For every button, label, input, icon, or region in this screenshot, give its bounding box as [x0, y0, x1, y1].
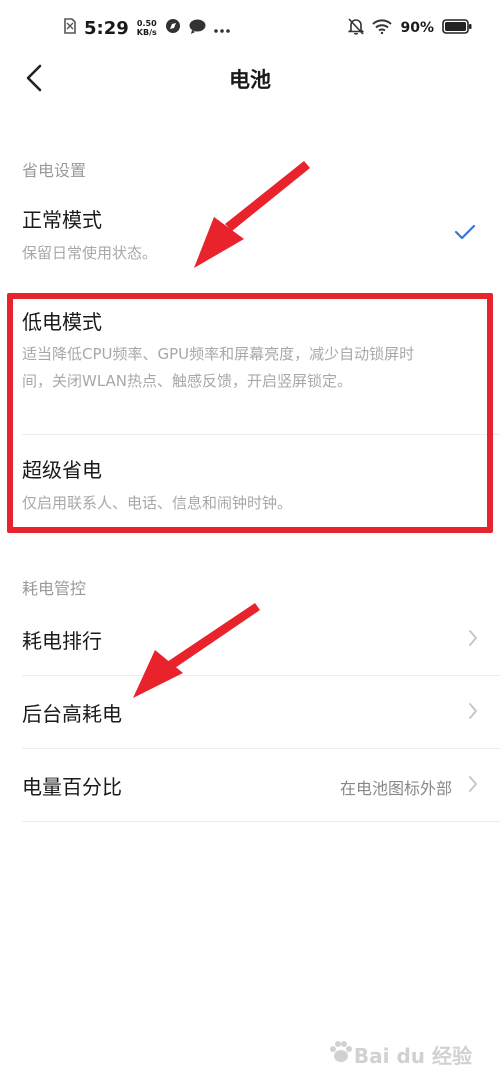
option-description: 适当降低CPU频率、GPU频率和屏幕亮度，减少自动锁屏时间，关闭WLAN热点、触…: [22, 345, 415, 390]
watermark: Bai du 经验: [328, 1039, 472, 1070]
wifi-icon: [372, 18, 393, 38]
divider: [22, 434, 500, 435]
row-background-high-power[interactable]: 后台高耗电: [0, 676, 500, 748]
page-title: 电池: [229, 68, 271, 92]
checkmark-icon: [454, 224, 476, 244]
chevron-right-icon: [468, 775, 478, 797]
chevron-right-icon: [468, 702, 478, 724]
option-low-power-mode[interactable]: 低电模式 适当降低CPU频率、GPU频率和屏幕亮度，减少自动锁屏时间，关闭WLA…: [0, 298, 500, 434]
battery-icon: [442, 18, 472, 38]
status-bar: 5:29 0.50 KB/s 90%: [0, 0, 500, 56]
row-title: 电量百分比: [22, 775, 122, 799]
navigation-bar: 电池: [0, 56, 500, 104]
network-speed-value: 0.50: [136, 19, 157, 28]
option-super-saver[interactable]: 超级省电 仅启用联系人、电话、信息和闹钟时钟。: [0, 446, 500, 518]
compass-icon: [165, 18, 181, 38]
network-speed-unit: KB/s: [136, 28, 157, 37]
battery-percent: 90%: [400, 20, 434, 36]
option-description: 仅启用联系人、电话、信息和闹钟时钟。: [22, 494, 293, 512]
network-speed: 0.50 KB/s: [137, 19, 157, 37]
option-description: 保留日常使用状态。: [22, 244, 158, 262]
row-power-ranking[interactable]: 耗电排行: [0, 603, 500, 675]
row-title: 后台高耗电: [22, 702, 122, 726]
row-value: 在电池图标外部: [339, 779, 452, 798]
status-bar-left: 5:29 0.50 KB/s: [64, 18, 230, 39]
watermark-text: Bai du 经验: [353, 1044, 472, 1068]
status-time: 5:29: [84, 17, 129, 39]
option-title: 正常模式: [22, 208, 102, 232]
paw-logo-icon: [328, 1039, 354, 1070]
more-dots-icon: [213, 19, 230, 37]
option-title: 超级省电: [22, 458, 102, 482]
chat-bubble-icon: [189, 19, 206, 38]
row-battery-percentage[interactable]: 电量百分比 在电池图标外部: [0, 749, 500, 821]
divider: [22, 821, 500, 822]
sim-off-icon: [64, 18, 76, 38]
status-bar-right: 90%: [348, 17, 472, 39]
row-title: 耗电排行: [22, 629, 102, 653]
section-header-power-control: 耗电管控: [22, 579, 87, 598]
option-title: 低电模式: [22, 310, 102, 334]
section-header-power-saving: 省电设置: [22, 161, 87, 180]
chevron-right-icon: [468, 629, 478, 651]
option-normal-mode[interactable]: 正常模式 保留日常使用状态。: [0, 196, 500, 286]
mute-bell-icon: [348, 17, 365, 39]
